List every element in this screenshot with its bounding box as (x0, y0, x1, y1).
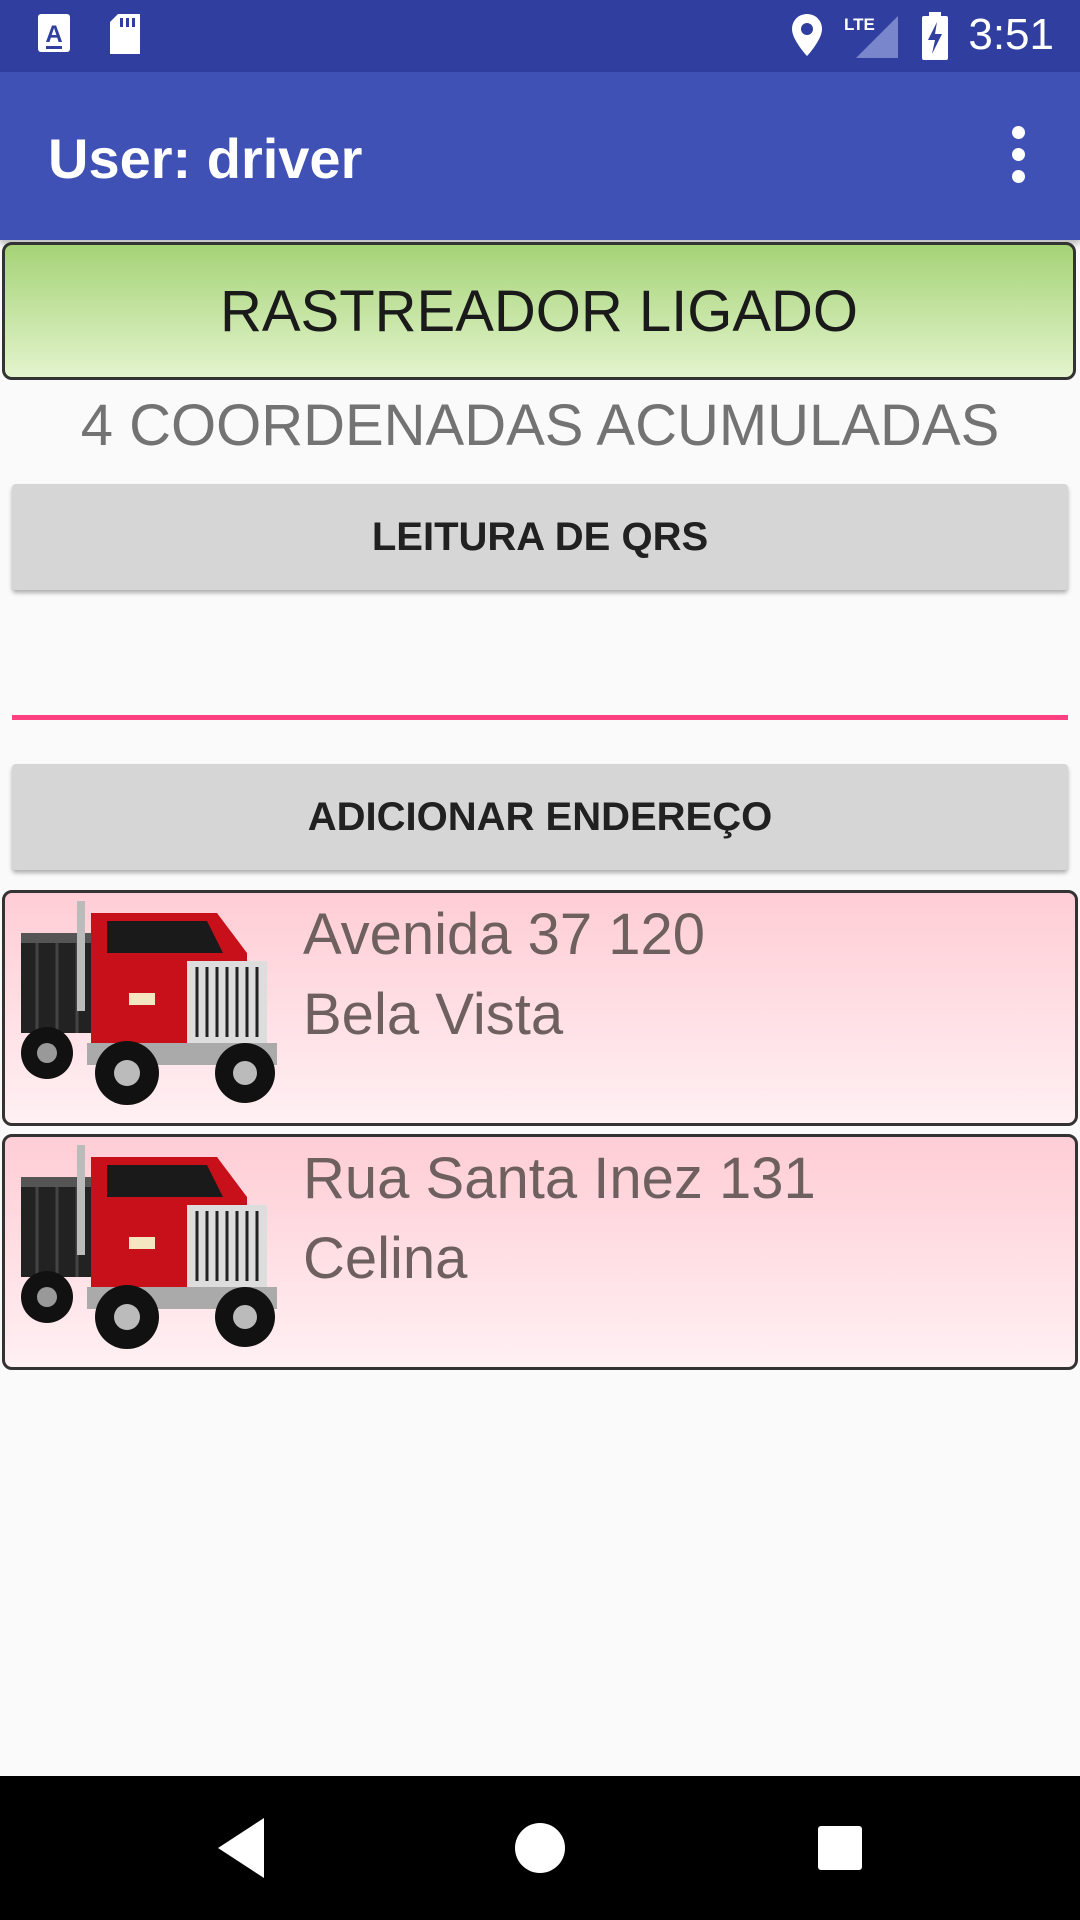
battery-charging-icon (922, 12, 948, 60)
address-neighborhood: Celina (303, 1226, 468, 1291)
status-time: 3:51 (968, 10, 1054, 59)
address-street: Avenida 37 120 (303, 902, 706, 967)
list-item[interactable]: Avenida 37 120 Bela Vista (2, 890, 1078, 1126)
sd-card-icon (110, 14, 140, 54)
a-notification-icon: A (38, 14, 70, 52)
address-input[interactable] (12, 640, 1068, 720)
svg-text:A: A (45, 21, 62, 48)
address-street: Rua Santa Inez 131 (303, 1146, 816, 1211)
list-item[interactable]: Rua Santa Inez 131 Celina (2, 1134, 1078, 1370)
svg-text:LTE: LTE (844, 15, 875, 34)
qr-reading-button[interactable]: LEITURA DE QRS (12, 484, 1068, 590)
address-neighborhood: Bela Vista (303, 982, 564, 1047)
address-list: Avenida 37 120 Bela Vista Rua Santa Inez… (0, 890, 1080, 1378)
tracker-status-button[interactable]: RASTREADOR LIGADO (2, 242, 1076, 380)
truck-icon (21, 901, 277, 1105)
coordinates-count: 4 COORDENADAS ACUMULADAS (80, 393, 1000, 458)
home-icon[interactable] (512, 1812, 568, 1884)
more-vert-icon[interactable] (986, 122, 1050, 186)
recents-icon[interactable] (816, 1812, 864, 1884)
truck-icon (21, 1145, 277, 1349)
navigation-bar (0, 1776, 1080, 1920)
status-bar: A LTE 3:51 (0, 0, 1080, 72)
add-address-button[interactable]: ADICIONAR ENDEREÇO (12, 764, 1068, 870)
back-icon[interactable] (214, 1812, 270, 1884)
app-bar: User: driver (0, 72, 1080, 240)
app-title: User: driver (48, 127, 363, 190)
lte-signal-icon: LTE (844, 15, 898, 58)
location-icon (792, 14, 822, 56)
